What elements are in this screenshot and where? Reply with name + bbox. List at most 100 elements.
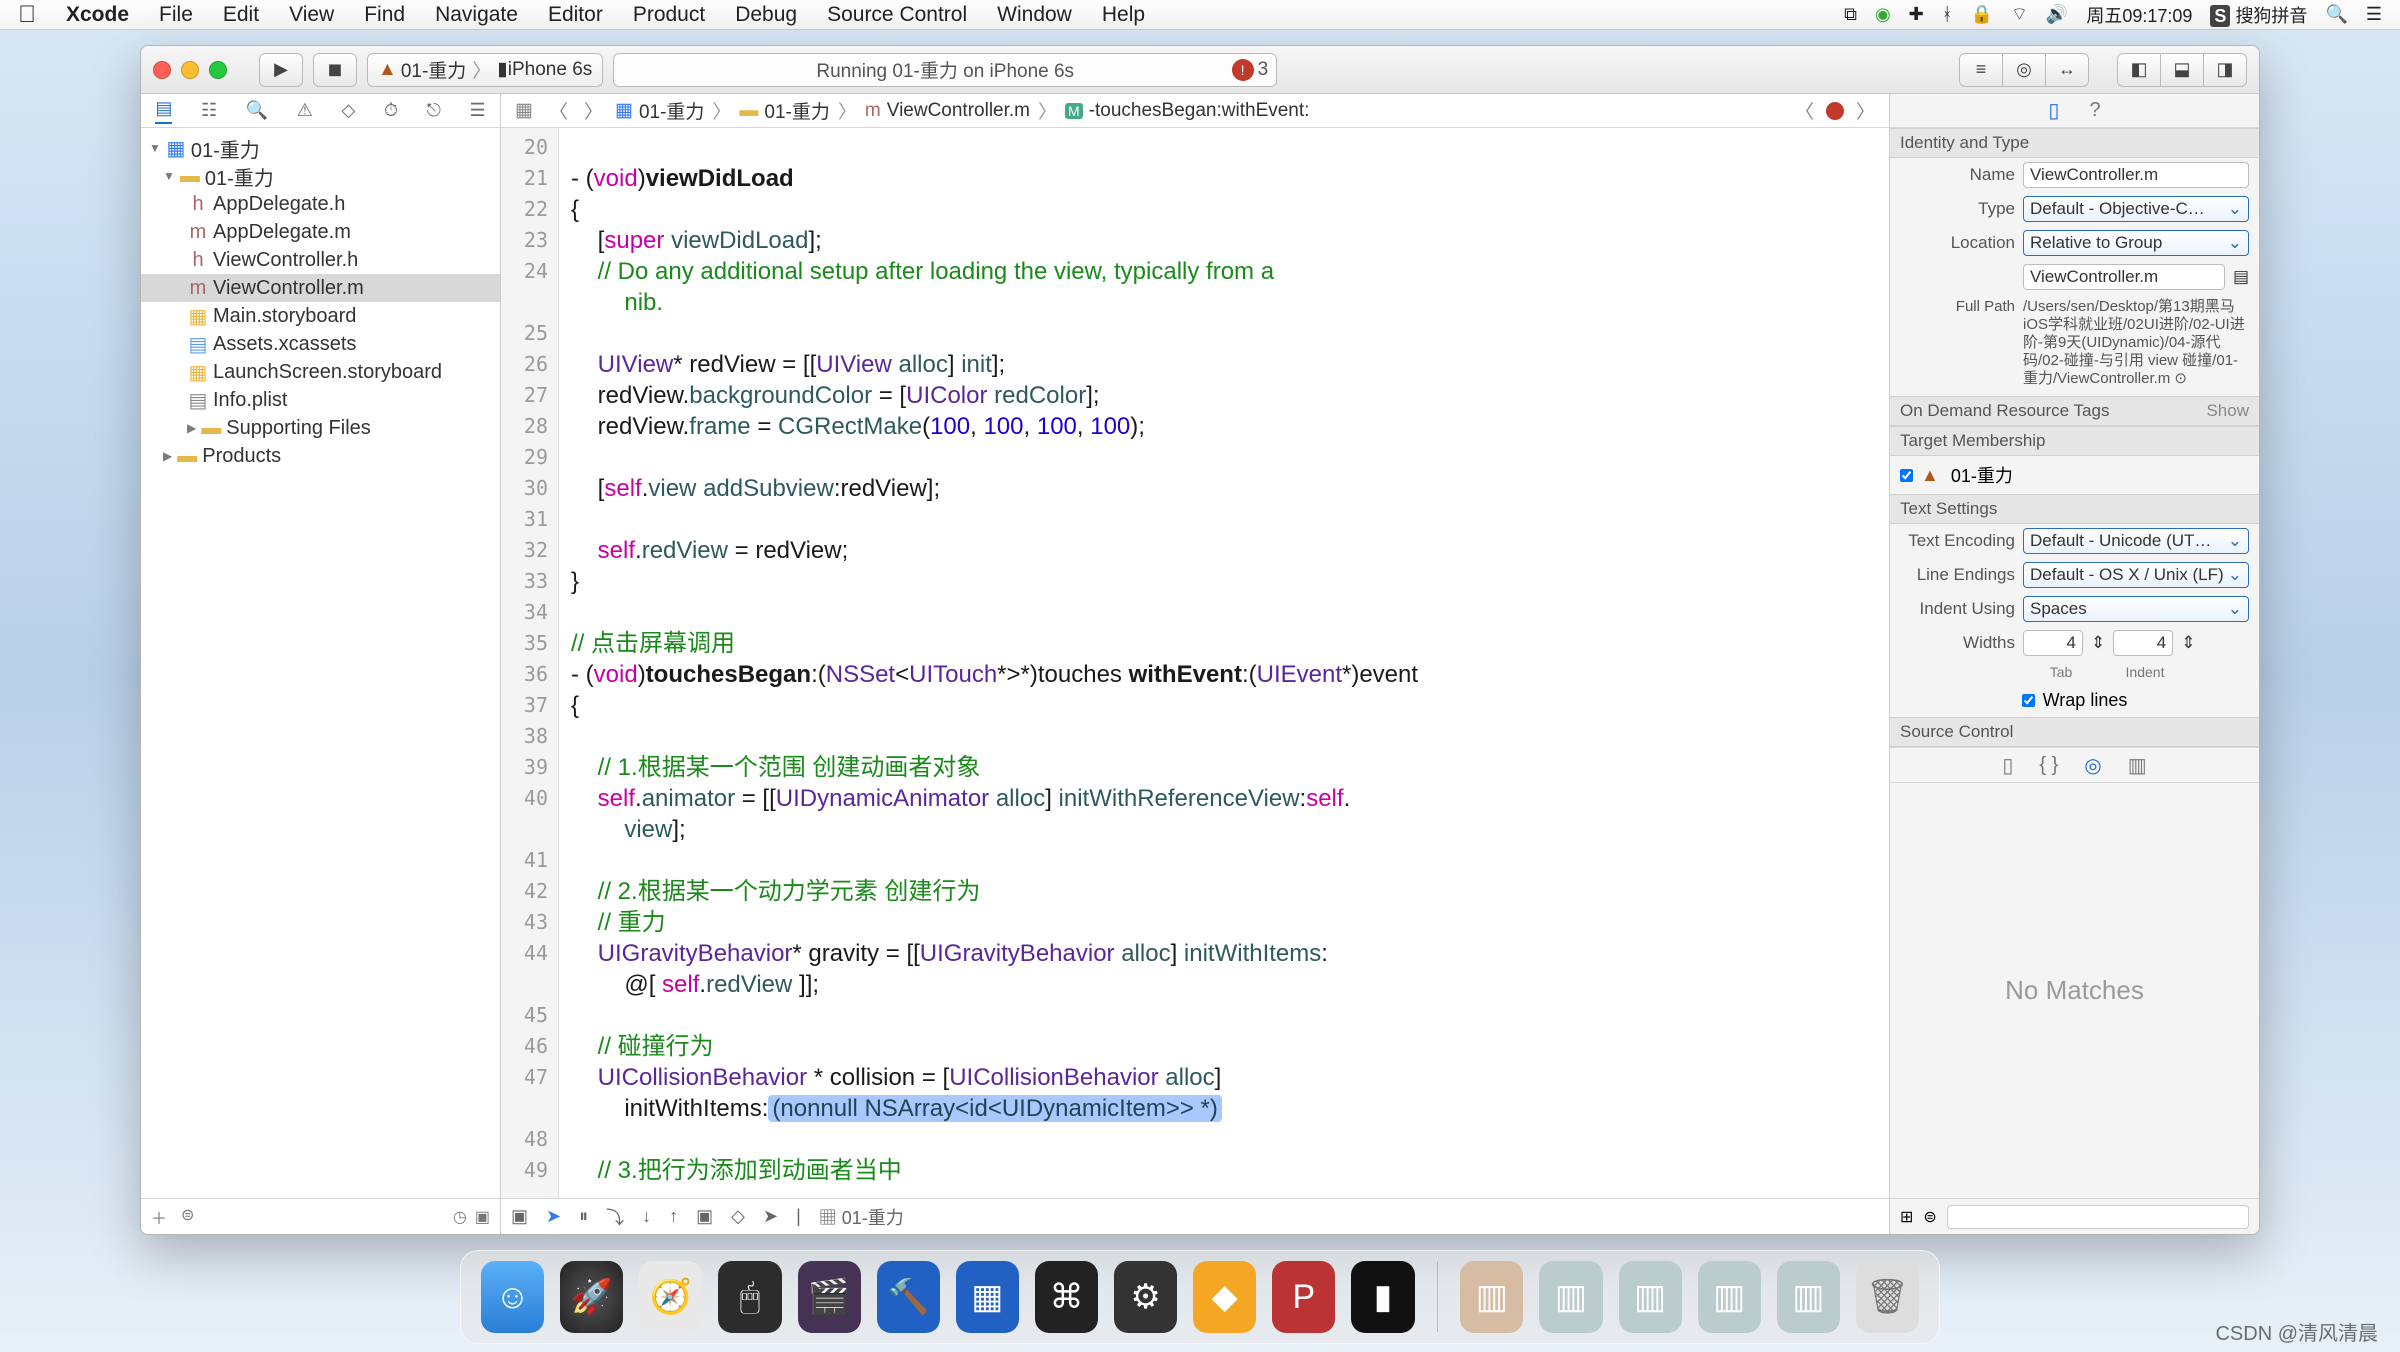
dock-trash-icon[interactable]: 🗑 — [1856, 1261, 1919, 1333]
status-screenrec-icon[interactable]: ⧉ — [1844, 4, 1857, 25]
report-navigator-icon[interactable]: ☰ — [470, 100, 486, 121]
tree-file-appdelegate-h[interactable]: hAppDelegate.h — [141, 190, 500, 218]
status-bluetooth-icon[interactable]: ᚼ — [1942, 4, 1953, 25]
status-search-icon[interactable]: 🔍 — [2325, 4, 2347, 25]
jump-crumb-method[interactable]: M-touchesBegan:withEvent: — [1065, 100, 1309, 122]
indent-using-select[interactable]: Spaces⌄ — [2023, 596, 2249, 622]
menu-help[interactable]: Help — [1102, 3, 1145, 27]
menu-navigate[interactable]: Navigate — [435, 3, 518, 27]
scm-filter-icon[interactable]: ▣ — [475, 1207, 490, 1227]
filter-icon[interactable]: ⊜ — [181, 1205, 194, 1229]
menu-source-control[interactable]: Source Control — [827, 3, 967, 27]
file-inspector-icon[interactable]: ▯ — [2048, 98, 2059, 123]
assistant-editor-icon[interactable]: ◎ — [2002, 53, 2046, 87]
indent-width-field[interactable]: 4 — [2113, 630, 2173, 656]
standard-editor-icon[interactable]: ≡ — [1959, 53, 2003, 87]
project-navigator-icon[interactable]: ▤ — [155, 98, 172, 124]
dock-min2-icon[interactable]: ▥ — [1539, 1261, 1602, 1333]
tree-file-viewcontroller-m[interactable]: mViewController.m — [141, 274, 500, 302]
menu-edit[interactable]: Edit — [223, 3, 259, 27]
status-plus-icon[interactable]: ✚ — [1909, 4, 1924, 25]
library-filter-icon[interactable]: ⊜ — [1923, 1207, 1936, 1227]
status-volume-icon[interactable]: 🔊 — [2046, 4, 2068, 25]
menu-debug[interactable]: Debug — [735, 3, 797, 27]
step-out-icon[interactable]: ↑ — [669, 1206, 678, 1227]
location-icon[interactable]: ➤ — [763, 1206, 778, 1227]
library-filter-bar[interactable]: ⊞ ⊜ — [1890, 1198, 2259, 1234]
status-notification-icon[interactable]: ☰ — [2366, 4, 2382, 25]
tree-group[interactable]: ▼▬01-重力 — [141, 162, 500, 190]
macos-dock[interactable]: ☺ 🚀 🧭 🖱 🎬 🔨 ▦ ⌘ ⚙ ◆ P ▮ ▥ ▥ ▥ ▥ ▥ 🗑 — [460, 1250, 1940, 1344]
jump-crumb-file[interactable]: mViewController.m — [865, 100, 1030, 122]
tree-products[interactable]: ▶▬Products — [141, 442, 500, 470]
recent-filter-icon[interactable]: ◷ — [453, 1207, 467, 1227]
error-count[interactable]: 3 — [1258, 59, 1269, 81]
tab-width-field[interactable]: 4 — [2023, 630, 2083, 656]
choose-folder-icon[interactable]: ▤ — [2233, 267, 2249, 287]
status-ime[interactable]: S 搜狗拼音 — [2210, 2, 2307, 28]
object-library-icon[interactable]: ◎ — [2084, 753, 2101, 778]
file-template-library-icon[interactable]: ▯ — [2002, 753, 2013, 778]
add-icon[interactable]: ＋ — [151, 1205, 167, 1229]
breakpoints-toggle-icon[interactable]: ➤ — [546, 1206, 561, 1227]
view-debug-icon[interactable]: ▣ — [696, 1206, 713, 1227]
status-clock[interactable]: 周五09:17:09 — [2086, 2, 2192, 28]
toggle-inspector-icon[interactable]: ◨ — [2203, 53, 2247, 87]
memory-graph-icon[interactable]: ◇ — [731, 1206, 745, 1227]
forward-icon[interactable]: 〉 — [580, 97, 607, 124]
status-wifi-icon[interactable]: ⌔ — [2011, 3, 2028, 26]
tab-stepper-icon[interactable]: ⇕ — [2091, 633, 2105, 653]
menu-view[interactable]: View — [289, 3, 334, 27]
prev-issue-icon[interactable]: 〈 — [1791, 97, 1818, 124]
dock-launchpad-icon[interactable]: 🚀 — [560, 1261, 623, 1333]
window-minimize-button[interactable] — [181, 61, 199, 79]
quickhelp-inspector-icon[interactable]: ? — [2089, 99, 2100, 122]
tree-file-viewcontroller-h[interactable]: hViewController.h — [141, 246, 500, 274]
issue-indicator-icon[interactable] — [1826, 102, 1844, 120]
editor-mode-segment[interactable]: ≡ ◎ ↔ — [1959, 53, 2089, 87]
debug-bar[interactable]: ▣ ➤ ⏸ ⤵ ↓ ↑ ▣ ◇ ➤ | ▦ 01-重力 — [501, 1198, 1889, 1234]
jump-crumb-group[interactable]: ▬01-重力 — [739, 97, 829, 124]
library-tabs[interactable]: ▯ { } ◎ ▥ — [1890, 747, 2259, 783]
dock-app-blue-icon[interactable]: ▦ — [956, 1261, 1019, 1333]
code-placeholder[interactable]: (nonnull NSArray<id<UIDynamicItem>> *) — [768, 1095, 1222, 1122]
menu-window[interactable]: Window — [997, 3, 1072, 27]
dock-app-clapper-icon[interactable]: 🎬 — [798, 1261, 861, 1333]
window-zoom-button[interactable] — [209, 61, 227, 79]
menu-app[interactable]: Xcode — [66, 3, 129, 27]
tree-supporting-files[interactable]: ▶▬Supporting Files — [141, 414, 500, 442]
stop-button[interactable]: ◼ — [313, 53, 357, 87]
toggle-navigator-icon[interactable]: ◧ — [2117, 53, 2161, 87]
related-items-icon[interactable]: ▦ — [511, 99, 537, 122]
status-lock-icon[interactable]: 🔒 — [1971, 4, 1993, 25]
dock-app-mouse-icon[interactable]: 🖱 — [718, 1261, 781, 1333]
type-select[interactable]: Default - Objective-C…⌄ — [2023, 196, 2249, 222]
dock-terminal-icon[interactable]: ⌘ — [1035, 1261, 1098, 1333]
menu-file[interactable]: File — [159, 3, 193, 27]
code-snippet-library-icon[interactable]: { } — [2039, 754, 2058, 777]
target-checkbox[interactable] — [1900, 469, 1913, 482]
location-select[interactable]: Relative to Group⌄ — [2023, 230, 2249, 256]
navigator-tabs[interactable]: ▤ ☷ 🔍 ⚠ ◇ ⏱ ⎋ ☰ — [141, 94, 500, 128]
test-navigator-icon[interactable]: ◇ — [342, 100, 356, 121]
pane-toggle-segment[interactable]: ◧ ⬓ ◨ — [2117, 53, 2247, 87]
line-endings-select[interactable]: Default - OS X / Unix (LF)⌄ — [2023, 562, 2249, 588]
tree-project[interactable]: ▼▦01-重力 — [141, 134, 500, 162]
debug-process[interactable]: ▦ 01-重力 — [819, 1204, 904, 1230]
inspector-tabs[interactable]: ▯ ? — [1890, 94, 2259, 128]
indent-stepper-icon[interactable]: ⇕ — [2181, 633, 2195, 653]
back-icon[interactable]: 〈 — [545, 97, 572, 124]
library-filter-field[interactable] — [1947, 1205, 2249, 1229]
media-library-icon[interactable]: ▥ — [2128, 753, 2147, 778]
dock-xcode-icon[interactable]: 🔨 — [877, 1261, 940, 1333]
library-grid-icon[interactable]: ⊞ — [1900, 1207, 1913, 1227]
pause-icon[interactable]: ⏸ — [579, 1206, 588, 1227]
dock-min3-icon[interactable]: ▥ — [1619, 1261, 1682, 1333]
dock-min5-icon[interactable]: ▥ — [1777, 1261, 1840, 1333]
step-into-icon[interactable]: ↓ — [642, 1206, 651, 1227]
version-editor-icon[interactable]: ↔ — [2045, 53, 2089, 87]
tree-file-assets[interactable]: ▤Assets.xcassets — [141, 330, 500, 358]
encoding-select[interactable]: Default - Unicode (UT…⌄ — [2023, 528, 2249, 554]
breakpoint-navigator-icon[interactable]: ⎋ — [427, 100, 441, 121]
menu-editor[interactable]: Editor — [548, 3, 603, 27]
